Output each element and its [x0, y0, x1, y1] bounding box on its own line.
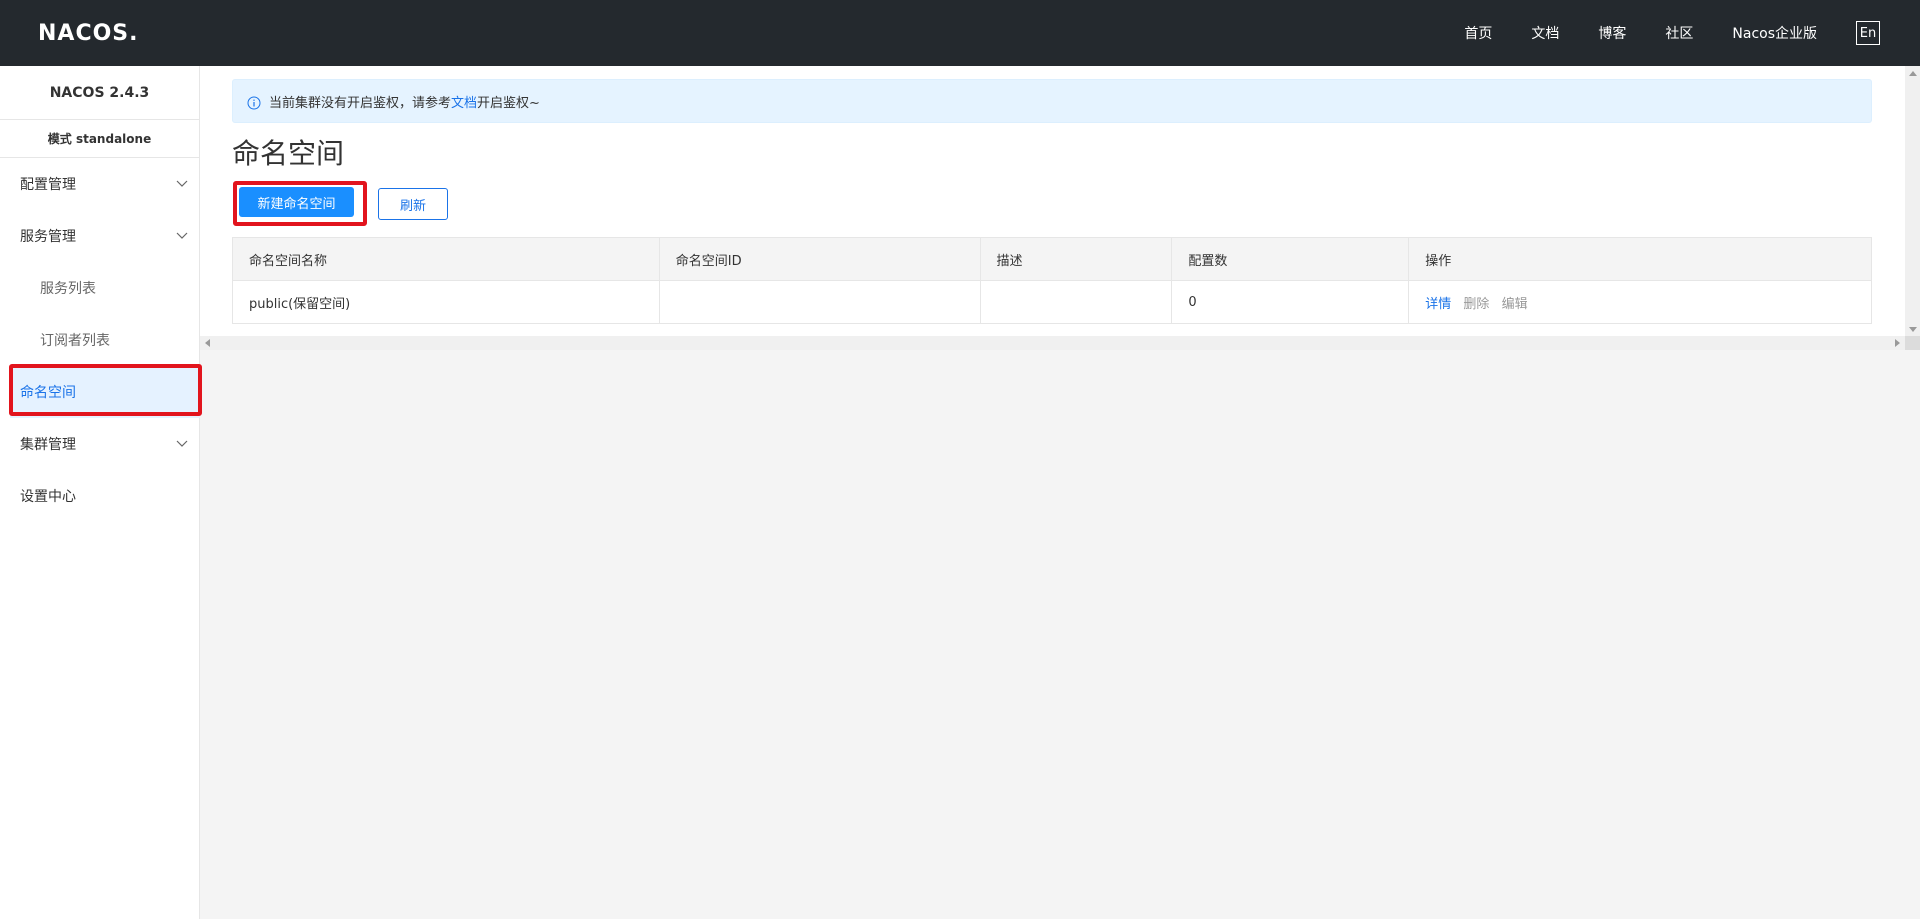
top-header: NACOS. 首页 文档 博客 社区 Nacos企业版 En: [0, 0, 1920, 66]
main-content: 当前集群没有开启鉴权，请参考 文档 开启鉴权~ 命名空间 新建命名空间 刷新 命名空…: [200, 66, 1920, 919]
table-row: public(保留空间) 0 详情 删除 编辑: [232, 280, 1872, 324]
notice-docs-link[interactable]: 文档: [451, 92, 477, 111]
cell-namespace-id: [658, 280, 981, 324]
sidebar-item-subscriber-list[interactable]: 订阅者列表: [0, 314, 199, 366]
column-header-config-count: 配置数: [1171, 237, 1410, 281]
sidebar-item-config-management[interactable]: 配置管理: [0, 158, 199, 210]
namespace-table: 命名空间名称 命名空间ID 描述 配置数 操作 public(保留空间) 0 详…: [232, 237, 1872, 324]
language-toggle-button[interactable]: En: [1856, 21, 1880, 45]
content-panel: 当前集群没有开启鉴权，请参考 文档 开启鉴权~ 命名空间 新建命名空间 刷新 命名空…: [200, 66, 1905, 336]
nav-docs[interactable]: 文档: [1531, 23, 1559, 43]
nacos-logo[interactable]: NACOS.: [38, 19, 138, 47]
sidebar-item-namespace[interactable]: 命名空间: [10, 366, 200, 418]
column-header-name: 命名空间名称: [232, 237, 660, 281]
sidebar: NACOS 2.4.3 模式 standalone 配置管理 服务管理 服务列表…: [0, 66, 200, 919]
sidebar-version: NACOS 2.4.3: [0, 66, 199, 120]
horizontal-scrollbar[interactable]: [200, 336, 1905, 350]
logo-text: NACOS: [38, 20, 130, 46]
create-namespace-button[interactable]: 新建命名空间: [239, 187, 354, 217]
info-icon: [247, 96, 261, 109]
sidebar-item-label: 配置管理: [20, 177, 76, 193]
sidebar-item-label: 集群管理: [20, 437, 76, 453]
scrollbar-corner: [1905, 336, 1920, 350]
nav-blog[interactable]: 博客: [1598, 23, 1626, 43]
sidebar-item-label: 命名空间: [20, 385, 76, 401]
sidebar-mode: 模式 standalone: [0, 120, 199, 158]
delete-link: 删除: [1463, 296, 1490, 312]
sidebar-item-label: 订阅者列表: [40, 333, 110, 349]
detail-link[interactable]: 详情: [1425, 297, 1451, 312]
column-header-description: 描述: [979, 237, 1173, 281]
sidebar-item-settings-center[interactable]: 设置中心: [0, 470, 199, 522]
scroll-up-icon[interactable]: [1909, 71, 1917, 76]
chevron-down-icon: [176, 232, 188, 239]
scroll-down-icon[interactable]: [1909, 327, 1917, 332]
nav-home[interactable]: 首页: [1464, 23, 1492, 43]
notice-text-suffix: 开启鉴权~: [477, 95, 540, 111]
sidebar-item-service-management[interactable]: 服务管理: [0, 210, 199, 262]
chevron-down-icon: [176, 440, 188, 447]
sidebar-item-cluster-management[interactable]: 集群管理: [0, 418, 199, 470]
nav-community[interactable]: 社区: [1665, 23, 1693, 43]
sidebar-item-label: 服务列表: [40, 281, 96, 297]
sidebar-item-service-list[interactable]: 服务列表: [0, 262, 199, 314]
notice-text-prefix: 当前集群没有开启鉴权，请参考: [269, 95, 452, 111]
cell-actions: 详情 删除 编辑: [1408, 280, 1872, 324]
column-header-actions: 操作: [1408, 237, 1872, 281]
logo-dot: .: [129, 20, 138, 46]
cell-config-count: 0: [1171, 280, 1410, 324]
table-header-row: 命名空间名称 命名空间ID 描述 配置数 操作: [232, 237, 1872, 281]
scroll-right-icon[interactable]: [1895, 339, 1900, 347]
auth-notice: 当前集群没有开启鉴权，请参考 文档 开启鉴权~: [232, 79, 1872, 123]
sidebar-item-label: 设置中心: [20, 489, 76, 505]
edit-link: 编辑: [1501, 296, 1528, 312]
nav-enterprise[interactable]: Nacos企业版: [1732, 23, 1817, 43]
refresh-button[interactable]: 刷新: [378, 188, 448, 220]
cell-namespace-name: public(保留空间): [232, 280, 660, 324]
vertical-scrollbar[interactable]: [1905, 66, 1920, 350]
page-title: 命名空间: [232, 137, 345, 170]
cell-description: [979, 280, 1173, 324]
column-header-id: 命名空间ID: [658, 237, 981, 281]
sidebar-item-label: 服务管理: [20, 229, 76, 245]
scroll-left-icon[interactable]: [205, 339, 210, 347]
chevron-down-icon: [176, 180, 188, 187]
top-nav: 首页 文档 博客 社区 Nacos企业版 En: [1464, 0, 1920, 66]
